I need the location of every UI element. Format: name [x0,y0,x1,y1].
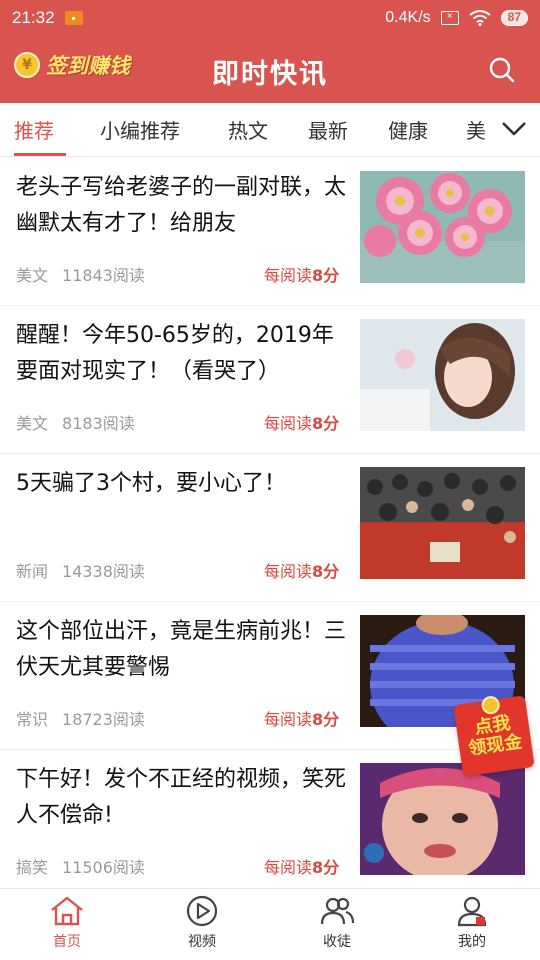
signin-earn-button[interactable]: ¥ 签到赚钱 [14,50,130,80]
nav-home[interactable]: 首页 [27,895,107,951]
active-tab-indicator [14,153,66,156]
reward-prefix: 每阅读 [264,414,313,433]
feed-item-meta: 常识 18723阅读 [16,706,145,730]
reward-value: 8分 [312,562,340,581]
profile-icon [457,896,487,927]
feed-item-category: 常识 [16,710,49,729]
bottom-nav: 首页 视频 收徒 我的 [0,888,540,960]
nav-profile[interactable]: 我的 [432,895,512,951]
feed-item-category: 新闻 [16,562,49,581]
app-header: ¥ 签到赚钱 即时快讯 [0,36,540,103]
feed-item-title: 老头子写给老婆子的一副对联，太幽默太有才了！给朋友 [16,175,347,236]
nav-home-label: 首页 [53,934,81,950]
feed-item-reward: 每阅读8分 [264,706,339,730]
nav-profile-label: 我的 [458,934,486,950]
feed-item[interactable]: 5天骗了3个村，要小心了！ 新闻 14338阅读 每阅读8分 [0,454,540,602]
reward-prefix: 每阅读 [264,710,313,729]
feed-item-reads: 11843阅读 [62,266,145,285]
feed-item-meta: 新闻 14338阅读 [16,558,145,582]
feed-item-title: 醒醒！今年50-65岁的，2019年要面对现实了！（看哭了） [16,323,334,384]
feed-item-reads: 11506阅读 [62,858,145,877]
sim-blocked-icon: × [440,11,459,25]
play-icon [186,895,218,927]
feed-item[interactable]: 醒醒！今年50-65岁的，2019年要面对现实了！（看哭了） 美文 8183阅读 … [0,306,540,454]
claim-cash-badge[interactable]: 点我 领现金 [453,694,535,777]
battery-indicator: 87 [500,10,528,26]
status-right-group: 0.4K/s × 87 [385,9,528,27]
thumbnail-crowd [360,467,525,579]
feed-item-meta: 搞笑 11506阅读 [16,854,145,878]
tab-editor-picks[interactable]: 小编推荐 [100,115,180,144]
wifi-icon [469,10,491,26]
reward-value: 8分 [312,414,340,433]
reward-prefix: 每阅读 [264,858,313,877]
feed-item-meta: 美文 8183阅读 [16,410,135,434]
feed-item-title: 下午好！发个不正经的视频，笑死人不偿命! [16,767,347,828]
signin-label: 签到赚钱 [46,54,130,78]
tab-recommended[interactable]: 推荐 [14,115,54,144]
feed-item-reads: 14338阅读 [62,562,145,581]
reward-value: 8分 [312,858,340,877]
nav-video-label: 视频 [188,934,216,950]
chevron-down-icon[interactable] [500,117,528,139]
status-time: 21:32 [12,8,55,27]
feed-item-category: 美文 [16,414,49,433]
category-tabs: 推荐 小编推荐 热文 最新 健康 美 [0,103,540,157]
feed-item-reward: 每阅读8分 [264,410,339,434]
thumbnail-funny-face [360,763,525,875]
tab-latest[interactable]: 最新 [308,115,348,144]
tab-health[interactable]: 健康 [388,115,428,144]
reward-prefix: 每阅读 [264,562,313,581]
app-notification-icon: ▪ [64,11,83,25]
feed-item-category: 搞笑 [16,858,49,877]
feed-item-reward: 每阅读8分 [264,262,339,286]
feed-item-reward: 每阅读8分 [264,558,339,582]
coin-icon: ¥ [14,52,40,78]
thumbnail-portrait [360,319,525,431]
feed-item-title: 5天骗了3个村，要小心了！ [16,471,286,496]
reward-prefix: 每阅读 [264,266,313,285]
feed-item-meta: 美文 11843阅读 [16,262,145,286]
home-icon [51,896,83,926]
nav-video[interactable]: 视频 [162,895,242,951]
users-icon [320,897,355,925]
search-icon[interactable] [488,56,516,84]
status-bar: 21:32 ▪ 0.4K/s × 87 [0,0,540,36]
feed-item-reads: 18723阅读 [62,710,145,729]
feed-item-reward: 每阅读8分 [264,854,339,878]
network-speed: 0.4K/s [385,9,431,26]
feed-item[interactable]: 老头子写给老婆子的一副对联，太幽默太有才了！给朋友 美文 11843阅读 每阅读8… [0,158,540,306]
reward-value: 8分 [312,710,340,729]
feed-item-category: 美文 [16,266,49,285]
feed-item-reads: 8183阅读 [62,414,135,433]
tab-hot[interactable]: 热文 [228,115,268,144]
nav-apprentice-label: 收徒 [323,934,351,950]
thumbnail-pink-flowers [360,171,525,283]
feed-item[interactable]: 下午好！发个不正经的视频，笑死人不偿命! 搞笑 11506阅读 每阅读8分 [0,750,540,898]
feed-item-title: 这个部位出汗，竟是生病前兆！三伏天尤其要警惕 [16,619,347,680]
nav-apprentice[interactable]: 收徒 [297,895,377,951]
coin-icon [480,694,501,716]
reward-value: 8分 [312,266,340,285]
